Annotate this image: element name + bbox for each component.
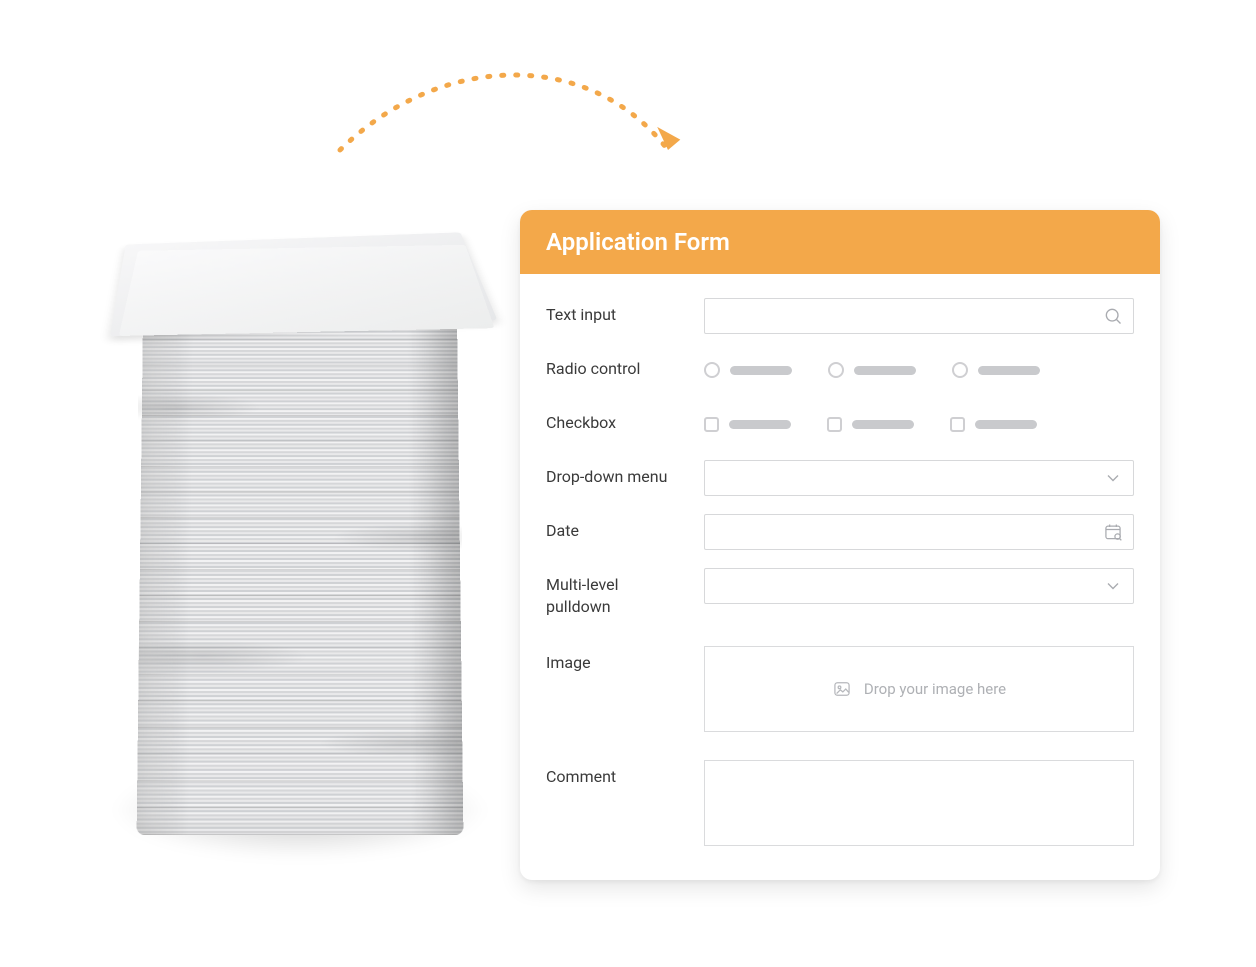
comment-textarea[interactable] (704, 760, 1134, 846)
form-title: Application Form (520, 210, 1160, 274)
image-dropzone[interactable]: Drop your image here (704, 646, 1134, 732)
arrow-illustration (320, 40, 720, 210)
checkbox-icon (950, 417, 965, 432)
radio-icon (704, 362, 720, 378)
calendar-icon (1103, 522, 1123, 542)
radio-option-2-label (854, 366, 916, 375)
checkbox-option-3[interactable] (950, 417, 1037, 432)
checkbox-option-1[interactable] (704, 417, 791, 432)
checkbox-icon (827, 417, 842, 432)
row-checkbox: Checkbox (546, 406, 1134, 442)
label-dropdown: Drop-down menu (546, 460, 686, 488)
date-field[interactable] (704, 514, 1134, 550)
paper-stack-body (137, 296, 464, 835)
row-text-input: Text input (546, 298, 1134, 334)
checkbox-option-1-label (729, 420, 791, 429)
checkbox-option-2[interactable] (827, 417, 914, 432)
checkbox-option-2-label (852, 420, 914, 429)
image-icon (832, 679, 852, 699)
dropdown-field[interactable] (704, 460, 1134, 496)
paper-stack-top-sheet-2 (119, 245, 495, 336)
label-image: Image (546, 646, 686, 674)
chevron-down-icon (1103, 576, 1123, 596)
row-image: Image Drop your image here (546, 646, 1134, 732)
multilevel-pulldown-field[interactable] (704, 568, 1134, 604)
radio-option-3[interactable] (952, 362, 1040, 378)
radio-icon (952, 362, 968, 378)
radio-option-1-label (730, 366, 792, 375)
chevron-down-icon (1103, 468, 1123, 488)
label-multilevel: Multi-level pulldown (546, 568, 686, 618)
label-text-input: Text input (546, 298, 686, 326)
image-dropzone-hint: Drop your image here (864, 680, 1006, 698)
label-comment: Comment (546, 760, 686, 788)
radio-icon (828, 362, 844, 378)
checkbox-option-3-label (975, 420, 1037, 429)
form-body: Text input Radio control (520, 274, 1160, 880)
row-dropdown: Drop-down menu (546, 460, 1134, 496)
text-input-field[interactable] (704, 298, 1134, 334)
row-multilevel: Multi-level pulldown (546, 568, 1134, 618)
radio-group (704, 352, 1134, 388)
checkbox-group (704, 406, 1134, 442)
checkbox-icon (704, 417, 719, 432)
label-date: Date (546, 514, 686, 542)
row-date: Date (546, 514, 1134, 550)
radio-option-2[interactable] (828, 362, 916, 378)
label-radio: Radio control (546, 352, 686, 380)
radio-option-3-label (978, 366, 1040, 375)
arrow-icon (320, 40, 720, 210)
magnifier-icon (1103, 306, 1123, 326)
application-form-card: Application Form Text input Radio contro… (520, 210, 1160, 880)
radio-option-1[interactable] (704, 362, 792, 378)
row-comment: Comment (546, 760, 1134, 846)
paper-stack-illustration (80, 170, 510, 850)
row-radio: Radio control (546, 352, 1134, 388)
label-checkbox: Checkbox (546, 406, 686, 434)
